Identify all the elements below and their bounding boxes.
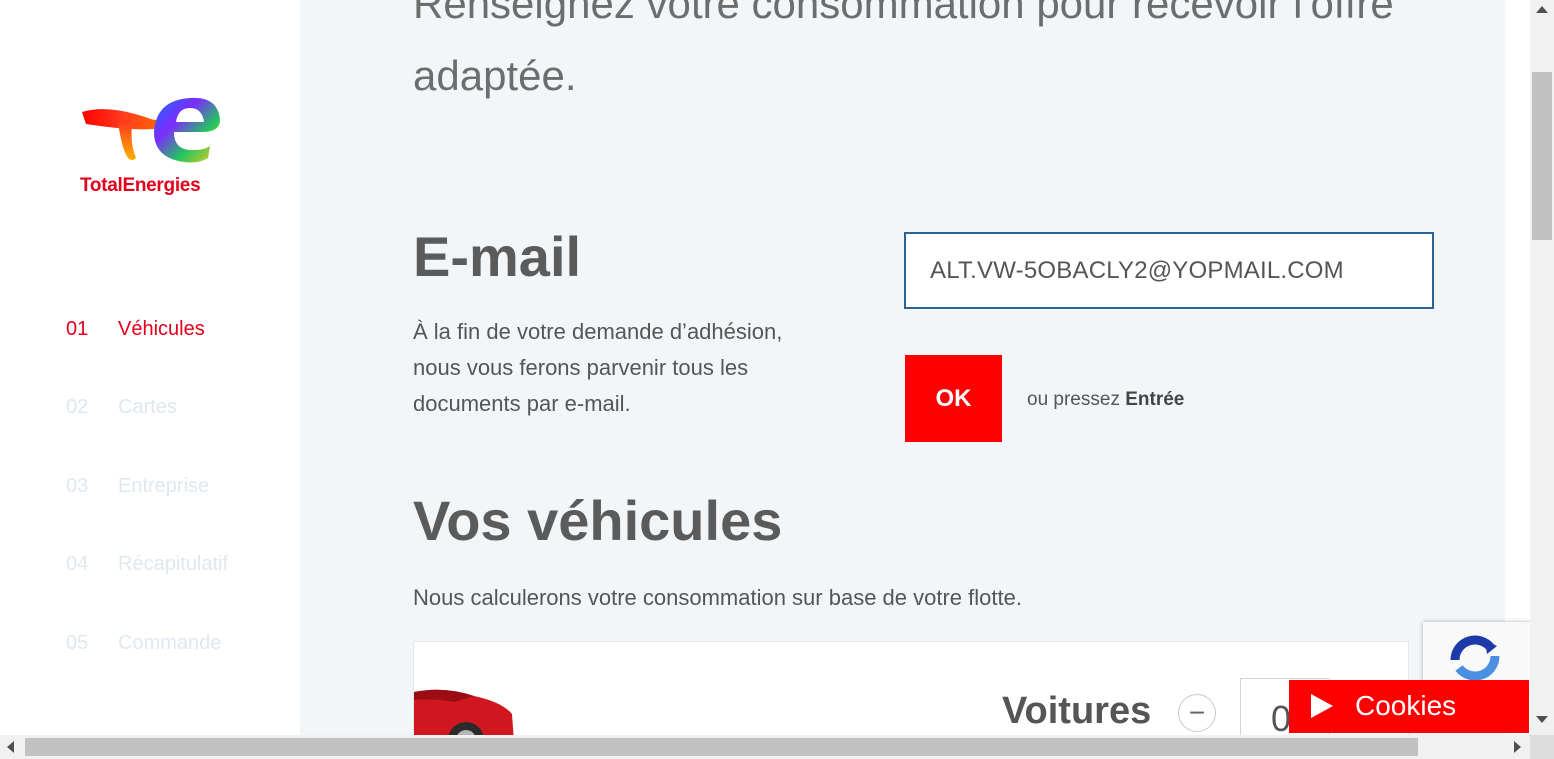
step-label: Commande — [118, 632, 222, 654]
step-number: 03 — [66, 475, 89, 497]
vehicle-card-cars: Voitures − 0 — [413, 641, 1409, 735]
brand-name: TotalEnergies — [80, 175, 201, 196]
sidebar: TotalEnergies 01 Véhicules 02 Cartes 03 … — [0, 0, 300, 735]
scroll-down-icon[interactable] — [1536, 716, 1548, 723]
step-label: Entreprise — [118, 475, 210, 497]
scroll-left-icon[interactable] — [7, 741, 14, 753]
vertical-scroll-thumb[interactable] — [1532, 72, 1552, 240]
enter-hint-prefix: ou pressez — [1027, 389, 1120, 410]
scrollbar-corner — [1530, 735, 1554, 759]
brand-logo[interactable]: TotalEnergies — [78, 92, 228, 202]
enter-hint-key: Entrée — [1125, 389, 1185, 410]
cookies-button[interactable]: Cookies — [1289, 680, 1529, 733]
vehicles-section-title: Vos véhicules — [413, 489, 783, 552]
step-number: 02 — [66, 396, 89, 418]
email-input[interactable] — [904, 232, 1434, 309]
ok-button[interactable]: OK — [905, 355, 1002, 442]
step-label: Récapitulatif — [118, 553, 229, 575]
step-item-vehicules[interactable]: 01 Véhicules — [66, 318, 286, 348]
step-item-recapitulatif[interactable]: 04 Récapitulatif — [66, 553, 286, 583]
decrement-button[interactable]: − — [1178, 694, 1216, 732]
email-section-title: E-mail — [413, 225, 582, 288]
scroll-up-icon[interactable] — [1536, 6, 1548, 13]
step-label: Véhicules — [118, 318, 205, 340]
step-number: 04 — [66, 553, 89, 575]
car-icon — [414, 689, 514, 735]
page-headline: Renseignez votre consommation pour recev… — [413, 0, 1394, 99]
enter-hint: ou pressez Entrée — [1027, 389, 1184, 411]
step-item-cartes[interactable]: 02 Cartes — [66, 396, 286, 426]
step-label: Cartes — [118, 396, 177, 418]
recaptcha-icon — [1450, 635, 1500, 681]
cookies-label: Cookies — [1355, 690, 1457, 721]
horizontal-scrollbar[interactable] — [0, 735, 1530, 759]
scroll-right-icon[interactable] — [1514, 741, 1521, 753]
email-section-description: À la fin de votre demande d’adhésion, no… — [413, 319, 783, 416]
horizontal-scroll-thumb[interactable] — [25, 738, 1418, 756]
vertical-scrollbar[interactable] — [1530, 0, 1554, 735]
step-number: 05 — [66, 632, 89, 654]
main-panel: Renseignez votre consommation pour recev… — [300, 0, 1505, 735]
totalenergies-logo-icon — [82, 97, 220, 163]
step-item-commande[interactable]: 05 Commande — [66, 632, 286, 662]
step-item-entreprise[interactable]: 03 Entreprise — [66, 475, 286, 505]
vehicles-section-description: Nous calculerons votre consommation sur … — [413, 585, 1022, 610]
step-number: 01 — [66, 318, 89, 340]
vehicle-type-label: Voitures — [1002, 690, 1152, 732]
play-icon — [1311, 694, 1333, 718]
